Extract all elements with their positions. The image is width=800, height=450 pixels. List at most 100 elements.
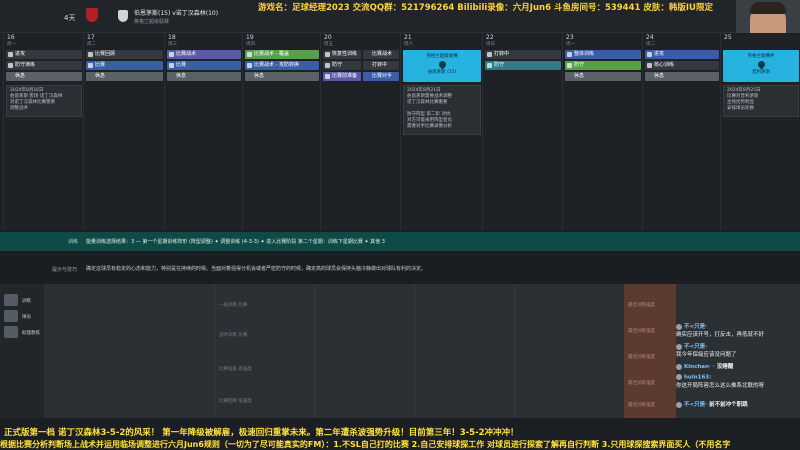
session-slot[interactable]: 比赛战术 [167,50,241,59]
day-weekday: 周二 [87,42,96,47]
session-slot[interactable]: 防守 [485,61,561,70]
user-avatar-icon [676,374,682,380]
session-slot[interactable]: 进攻 [6,50,82,59]
session-slot[interactable]: 防守 [323,61,361,70]
session-slot[interactable]: 比赛战术 - 覆盖 [245,50,319,59]
match-competition: 英格兰超级联赛 [426,54,458,59]
lower-column [514,284,624,418]
chat-message: huln163: 你这开局阵容怎么这么佛系北联的呀 [676,374,800,389]
session-slot[interactable]: 比赛对手 [363,72,399,81]
day-number: 16 [7,34,15,41]
home-crest-icon [86,8,98,22]
session-slot[interactable]: 打转中 [485,50,561,59]
session-slot[interactable]: 比赛回顾 [86,50,163,59]
training-icon [647,63,652,68]
training-icon [325,63,330,68]
lower-row: 战术训练 比赛 [219,333,248,338]
chat-text: 前不前冲个职跳 [709,402,748,408]
rest-slot[interactable]: 休息 [245,72,319,81]
rest-slot[interactable]: 休息 [6,72,82,81]
session-slot[interactable]: 比赛前准备 [323,72,361,81]
lower-row: 比赛回顾 低强度 [219,399,252,404]
stream-subtitle-top: 正式版第一档 诺丁汉森林3-5-2的风采！ 第一年降级被解雇，极速回归重掌未来。… [4,428,519,438]
tips-text: 确定这球员有稳定的心态和能力，特别是在持续的时候。当面对着强得分机会或者严密防守… [86,266,427,272]
chat-username: huln163: [684,374,712,381]
away-crest-icon [118,10,128,22]
live-chat: 不<只是· 确实应该开号，打反击，再低就不好 不<只是· 我今年保级应该没问题了… [676,322,800,418]
session-slot[interactable]: 比赛战术 - 攻防转换 [245,61,319,70]
day-weekday: 周一 [566,42,575,47]
avatar [4,326,18,338]
training-icon [487,52,492,57]
competition-name: 英格兰超级联赛 [134,19,170,25]
staff-label[interactable]: 球员 [22,314,31,320]
training-icon [247,52,252,57]
lower-row: 比赛准备 高强度 [219,367,252,372]
session-slot[interactable]: 核心训练 [645,61,719,70]
rest-slot[interactable]: 休息 [645,72,719,81]
session-slot[interactable]: 比赛 [86,61,163,70]
rest-slot[interactable]: 休息 [565,72,641,81]
day-number: 17 [87,34,95,41]
days-remaining: 4天 [64,14,76,22]
session-slot[interactable]: 防守演练 [6,61,82,70]
calendar-note[interactable]: 2024年8月16日 伯恩茅斯 客场 诺丁汉森林 对诺丁汉森林比赛需要 调整战术 [6,85,82,117]
chat-text: 确实应该开号，打反击，再低就不好 [676,332,765,338]
highlight-row: 最佳训练强度 [628,381,655,386]
day-number: 23 [566,34,574,41]
session-slot[interactable]: 恢复性训练 [323,50,361,59]
day-column: 16 周一 进攻 防守演练 休息 2024年8月16日 伯恩茅斯 客场 诺丁汉森… [3,33,83,230]
session-slot[interactable]: 整体训练 [565,50,641,59]
chat-username: 不<只是· [684,402,708,408]
day-number: 20 [324,34,332,41]
day-column: 17 周二 比赛回顾 比赛 休息 [83,33,164,230]
match-card[interactable]: 英格兰联赛杯 普利茅斯 [723,50,799,82]
staff-label[interactable]: 训练 [22,298,31,304]
session-slot[interactable]: 打转中 [363,61,399,70]
highlight-row: 最佳训练强度 [628,303,655,308]
avatar [4,310,18,322]
highlight-row: 最佳训练强度 [628,355,655,360]
streamer-hair [750,2,786,14]
lower-column: 一般训练 比赛 战术训练 比赛 比赛准备 高强度 比赛回顾 低强度 [214,284,314,418]
lower-column [414,284,514,418]
session-slot[interactable]: 比赛战术 [363,50,399,59]
chat-message: 不<只是· 前不前冲个职跳 [676,400,800,408]
training-bar-text[interactable]: 能量训练选择结果：3 — 第一个星期训练阵形 (阵型调整) ✦ 调整训练 (4-… [86,238,385,245]
calendar-note[interactable]: 2024年8月21日 伯恩茅斯需要战术调整 诺丁汉森林比赛重要 防守阵型 第二轮… [403,85,481,135]
day-weekday: 周一 [7,42,16,47]
training-icon [8,63,13,68]
session-slot[interactable]: 进攻 [645,50,719,59]
avatar [4,294,18,306]
day-weekday: 周五 [324,42,333,47]
highlight-column: 最佳训练强度 最佳训练强度 最佳训练强度 最佳训练强度 最佳训练强度 [624,284,676,418]
match-card[interactable]: 英格兰超级联赛 伯恩茅斯 (15) [403,50,481,82]
next-match-title[interactable]: 伯恩茅斯(15) v诺丁汉森林(10) [134,8,218,17]
rest-slot[interactable]: 休息 [86,72,163,81]
training-icon [325,52,330,57]
training-icon [169,63,174,68]
user-avatar-icon [676,343,682,350]
training-icon [325,74,330,79]
day-number: 21 [404,34,412,41]
location-pin-icon [756,59,766,70]
session-slot[interactable]: 比赛 [167,61,241,70]
day-weekday: 周六 [404,42,413,47]
session-slot[interactable]: 防守 [565,61,641,70]
user-avatar-icon [676,363,682,370]
training-icon [567,63,572,68]
chat-text: 我今年保级应该没问题了 [676,352,737,358]
highlight-row: 最佳训练强度 [628,403,655,408]
training-icon [8,52,13,57]
rest-slot[interactable]: 休息 [167,72,241,81]
day-column: 20 周五 恢复性训练 防守 比赛前准备 比赛战术 打转中 比赛对手 [320,33,400,230]
day-number: 25 [724,34,732,41]
day-column: 22 周日 打转中 防守 [482,33,562,230]
user-avatar-icon [676,323,682,330]
training-calendar: 16 周一 进攻 防守演练 休息 2024年8月16日 伯恩茅斯 客场 诺丁汉森… [0,33,800,230]
day-number: 22 [486,34,494,41]
calendar-note[interactable]: 2024年8月25日 比赛对普利茅斯 主场优势明显 安排球员轮换 [723,85,799,117]
training-icon [88,63,93,68]
staff-label[interactable]: 助理教练 [22,330,40,336]
day-weekday: 周日 [486,42,495,47]
